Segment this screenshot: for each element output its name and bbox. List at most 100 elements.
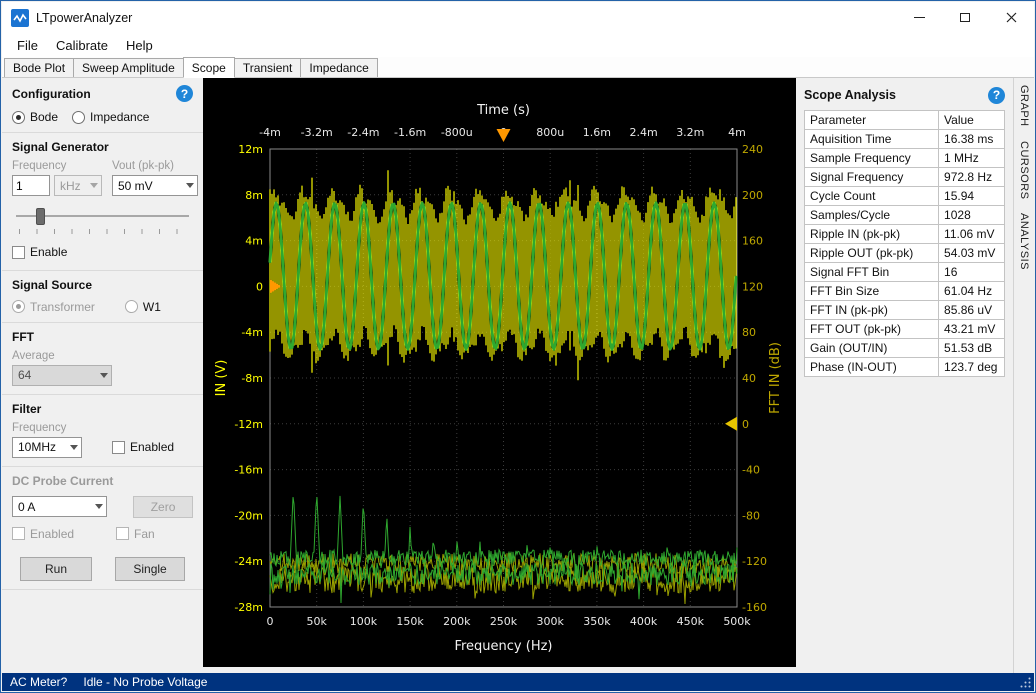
tab-sweep-amplitude[interactable]: Sweep Amplitude <box>73 58 184 77</box>
dc-probe-title: DC Probe Current <box>12 474 193 488</box>
frequency-label: Frequency <box>12 160 102 172</box>
frequency-unit-value: kHz <box>60 179 81 193</box>
filter-enabled-label: Enabled <box>130 440 174 454</box>
minimize-button[interactable] <box>896 2 942 33</box>
tab-bode-plot[interactable]: Bode Plot <box>4 58 74 77</box>
param-value: 85.86 uV <box>939 301 1005 320</box>
enable-checkbox[interactable]: Enable <box>12 245 67 259</box>
param-name: Phase (IN-OUT) <box>805 358 939 377</box>
menu-calibrate[interactable]: Calibrate <box>47 34 117 57</box>
app-icon <box>11 9 29 27</box>
tab-transient[interactable]: Transient <box>234 58 302 77</box>
help-icon[interactable]: ? <box>988 87 1005 104</box>
in-axis-tick-label: -12m <box>234 418 263 431</box>
menu-help[interactable]: Help <box>117 34 162 57</box>
dc-probe-section: DC Probe Current 0 A Zero Enabled <box>2 467 203 590</box>
table-row: Signal FFT Bin16 <box>805 263 1005 282</box>
in-axis-tick-label: -24m <box>234 555 263 568</box>
chevron-down-icon <box>100 373 108 378</box>
fft-axis-tick-label: -80 <box>742 509 760 522</box>
radio-bode[interactable]: Bode <box>12 110 58 124</box>
run-button[interactable]: Run <box>20 557 92 581</box>
time-tick-label: -3.2m <box>301 126 333 139</box>
fft-level-marker[interactable] <box>725 417 737 431</box>
time-cursor-marker[interactable] <box>497 129 511 142</box>
minimize-icon <box>914 17 925 18</box>
dc-probe-current-select[interactable]: 0 A <box>12 496 107 517</box>
maximize-button[interactable] <box>942 2 988 33</box>
fan-checkbox[interactable]: Fan <box>116 527 155 541</box>
vout-label: Vout (pk-pk) <box>112 160 198 172</box>
in-axis-tick-label: 8m <box>245 189 263 202</box>
fft-axis-tick-label: 160 <box>742 235 763 248</box>
radio-transformer[interactable]: Transformer <box>12 300 95 314</box>
signal-generator-section: Signal Generator Frequency kHz <box>2 133 203 271</box>
table-row: Signal Frequency972.8 Hz <box>805 168 1005 187</box>
in-axis-tick-label: 12m <box>238 143 263 156</box>
frequency-unit-select[interactable]: kHz <box>54 175 102 196</box>
in-axis-tick-label: -8m <box>241 372 263 385</box>
dc-enabled-checkbox[interactable]: Enabled <box>12 527 74 541</box>
slider-ticks <box>19 229 186 234</box>
param-value: 972.8 Hz <box>939 168 1005 187</box>
vout-select[interactable]: 50 mV <box>112 175 198 196</box>
signal-generator-title: Signal Generator <box>12 140 193 154</box>
fft-axis-title: FFT IN (dB) <box>768 342 783 414</box>
signal-source-title: Signal Source <box>12 278 193 292</box>
dc-enabled-label: Enabled <box>30 527 74 541</box>
frequency-tick-label: 100k <box>350 615 378 628</box>
radio-impedance[interactable]: Impedance <box>72 110 149 124</box>
time-tick-label: -800u <box>441 126 473 139</box>
chevron-down-icon <box>90 183 98 188</box>
table-row: Sample Frequency1 MHz <box>805 149 1005 168</box>
fft-section: FFT Average 64 <box>2 323 203 395</box>
enable-label: Enable <box>30 245 67 259</box>
close-button[interactable] <box>988 2 1034 33</box>
window-title: LTpowerAnalyzer <box>36 11 132 25</box>
param-value: 54.03 mV <box>939 244 1005 263</box>
radio-w1[interactable]: W1 <box>125 300 161 314</box>
fft-axis-tick-label: 240 <box>742 143 763 156</box>
scope-analysis-panel: Scope Analysis ? ParameterValue Aquisiti… <box>796 78 1013 673</box>
frequency-tick-label: 0 <box>267 615 274 628</box>
frequency-tick-label: 500k <box>723 615 751 628</box>
time-tick-label: 1.6m <box>583 126 611 139</box>
zero-button[interactable]: Zero <box>133 496 193 518</box>
fft-axis-tick-label: -160 <box>742 601 767 614</box>
side-tab-cursors[interactable]: CURSORS <box>1018 134 1030 207</box>
column-header-value: Value <box>939 111 1005 130</box>
param-name: FFT OUT (pk-pk) <box>805 320 939 339</box>
maximize-icon <box>960 13 970 22</box>
slider-thumb[interactable] <box>36 208 45 225</box>
fft-axis-tick-label: 40 <box>742 372 756 385</box>
table-row: Ripple IN (pk-pk)11.06 mV <box>805 225 1005 244</box>
in-axis-tick-label: 4m <box>245 235 263 248</box>
filter-enabled-checkbox[interactable]: Enabled <box>112 440 174 454</box>
status-meter: AC Meter? <box>10 675 67 689</box>
fft-axis-tick-label: 80 <box>742 326 756 339</box>
filter-frequency-select[interactable]: 10MHz <box>12 437 82 458</box>
scope-plot[interactable]: -4m-3.2m-2.4m-1.6m-800u0800u1.6m2.4m3.2m… <box>203 78 796 667</box>
radio-bode-label: Bode <box>30 110 58 124</box>
average-select[interactable]: 64 <box>12 365 112 386</box>
frequency-axis-title: Frequency (Hz) <box>455 639 553 654</box>
time-tick-label: -2.4m <box>347 126 379 139</box>
status-bar: AC Meter? Idle - No Probe Voltage <box>2 673 1034 691</box>
table-row: Samples/Cycle1028 <box>805 206 1005 225</box>
tab-scope[interactable]: Scope <box>183 57 235 78</box>
resize-grip-icon[interactable] <box>1019 676 1032 689</box>
average-label: Average <box>12 350 193 362</box>
param-name: Signal FFT Bin <box>805 263 939 282</box>
help-icon[interactable]: ? <box>176 85 193 102</box>
single-button[interactable]: Single <box>115 557 185 581</box>
frequency-input[interactable] <box>12 175 50 196</box>
amplitude-slider[interactable] <box>16 208 189 235</box>
side-tab-analysis[interactable]: ANALYSIS <box>1018 206 1030 277</box>
tab-impedance[interactable]: Impedance <box>300 58 377 77</box>
time-tick-label: -4m <box>259 126 281 139</box>
checkbox-icon <box>112 441 125 454</box>
window-controls <box>896 2 1034 33</box>
side-tab-graph[interactable]: GRAPH <box>1018 78 1030 134</box>
average-value: 64 <box>18 368 31 382</box>
menu-file[interactable]: File <box>8 34 47 57</box>
